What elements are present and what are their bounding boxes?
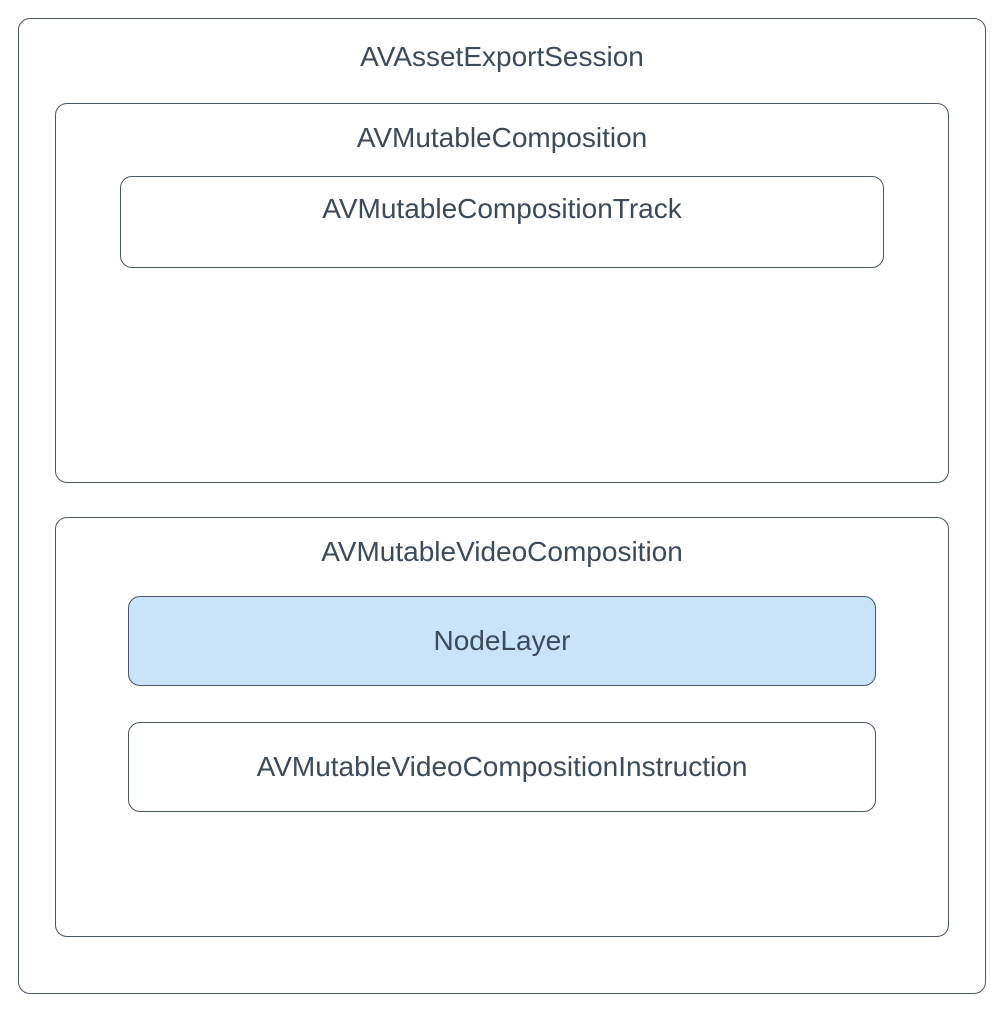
composition-track-box: AVMutableCompositionTrack xyxy=(120,176,884,268)
spacer xyxy=(55,483,949,517)
mutable-composition-box: AVMutableComposition AVMutableCompositio… xyxy=(55,103,949,483)
video-composition-instruction-title: AVMutableVideoCompositionInstruction xyxy=(257,751,748,783)
export-session-box: AVAssetExportSession AVMutableCompositio… xyxy=(18,18,986,994)
node-layer-title: NodeLayer xyxy=(434,625,571,657)
composition-track-title: AVMutableCompositionTrack xyxy=(322,193,681,225)
mutable-composition-title: AVMutableComposition xyxy=(120,122,884,154)
video-composition-box: AVMutableVideoComposition NodeLayer AVMu… xyxy=(55,517,949,937)
video-composition-instruction-box: AVMutableVideoCompositionInstruction xyxy=(128,722,876,812)
export-session-title: AVAssetExportSession xyxy=(55,41,949,73)
video-composition-title: AVMutableVideoComposition xyxy=(128,536,876,568)
node-layer-box: NodeLayer xyxy=(128,596,876,686)
